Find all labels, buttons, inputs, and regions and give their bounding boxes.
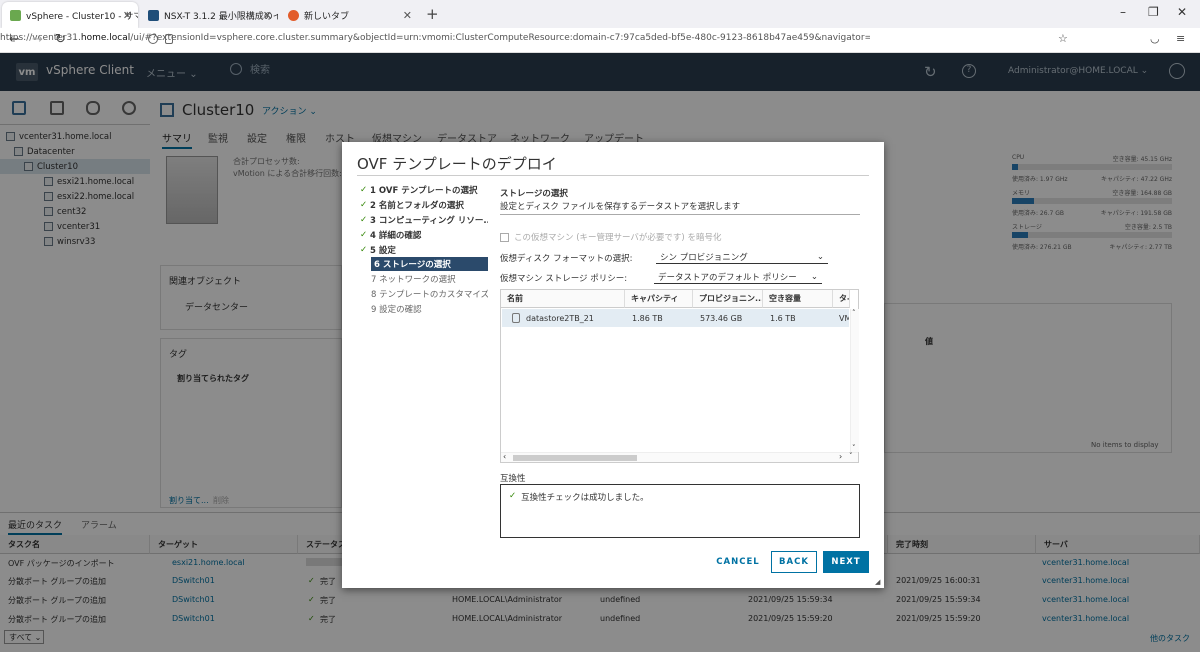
wizard-step-1[interactable]: ✓ 1 OVF テンプレートの選択	[360, 183, 488, 197]
cell-provisioned: 573.46 GB	[700, 313, 743, 323]
shield-icon[interactable]	[148, 34, 158, 44]
url-field[interactable]: https://vcenter31. home.local/ui/#?extens…	[0, 28, 870, 48]
vertical-scrollbar[interactable]: ˄ ˅	[850, 309, 859, 452]
cell-name: datastore2TB_21	[526, 313, 594, 323]
step-label: 3 コンピューティング リソー...	[370, 216, 488, 226]
restore-icon[interactable]: ❐	[1148, 5, 1159, 19]
step-label: 7 ネットワークの選択	[371, 275, 456, 285]
close-icon[interactable]: ✕	[263, 9, 272, 22]
cancel-button[interactable]: CANCEL	[710, 551, 766, 573]
table-row[interactable]: datastore2TB_21 1.86 TB 573.46 GB 1.6 TB…	[502, 309, 849, 327]
browser-tab-bar: vSphere - Cluster10 - サマリ ✕ NSX-T 3.1.2 …	[0, 0, 1200, 28]
lock-icon[interactable]	[165, 34, 173, 44]
tab-label: vSphere - Cluster10 - サマリ	[26, 11, 138, 22]
pocket-icon[interactable]: ◡	[1150, 32, 1160, 45]
check-icon: ✓	[360, 230, 368, 240]
compatibility-label: 互換性	[500, 474, 526, 484]
page-favicon-icon	[148, 9, 159, 21]
tab-label: 新しいタブ	[304, 11, 350, 22]
app-menu-icon[interactable]: ≡	[1176, 32, 1185, 45]
tab-label: NSX-T 3.1.2 最小限構成のインストー	[164, 11, 278, 22]
section-title: ストレージの選択	[500, 189, 568, 199]
wizard-step-9: 9 設定の確認	[360, 302, 488, 316]
title-divider	[357, 175, 869, 176]
section-divider	[500, 214, 860, 215]
close-icon[interactable]: ✕	[403, 9, 412, 22]
dialog-title: OVF テンプレートのデプロイ	[357, 155, 557, 173]
col-type[interactable]: タ-	[833, 290, 850, 308]
section-subtitle: 設定とディスク ファイルを保存するデータストアを選択します	[500, 202, 741, 212]
cell-type: VM	[839, 313, 849, 323]
scroll-up-icon[interactable]: ˄	[852, 309, 856, 317]
url-path: /ui/#?extensionId=vsphere.core.cluster.s…	[130, 33, 870, 43]
new-tab-icon[interactable]: +	[426, 5, 439, 23]
compatibility-box: ✓ 互換性チェックは成功しました。	[500, 484, 860, 538]
step-label: 6 ストレージの選択	[374, 260, 451, 270]
firefox-icon	[288, 9, 299, 21]
compatibility-message: 互換性チェックは成功しました。	[521, 493, 649, 503]
window-close-icon[interactable]: ✕	[1177, 5, 1187, 19]
step-label: 2 名前とフォルダの選択	[370, 201, 464, 211]
encrypt-label: この仮想マシン (キー管理サーバが必要です) を暗号化	[514, 233, 722, 243]
col-free[interactable]: 空き容量	[763, 290, 833, 308]
chevron-down-icon: ⌄	[816, 251, 824, 262]
wizard-step-5[interactable]: ✓ 5 設定	[360, 243, 488, 257]
vsphere-favicon-icon	[10, 9, 21, 21]
chevron-down-icon: ⌄	[810, 271, 818, 282]
check-icon: ✓	[360, 245, 368, 255]
step-label: 9 設定の確認	[371, 305, 422, 315]
scroll-right-icon[interactable]: ›	[839, 452, 842, 461]
datastore-icon	[512, 313, 520, 323]
url-host: home.local	[80, 33, 131, 43]
step-label: 5 設定	[370, 246, 396, 256]
back-arrow-icon[interactable]: ←	[9, 32, 20, 47]
wizard-step-7: 7 ネットワークの選択	[360, 272, 488, 286]
datastore-grid: 名前 キャパシティ プロビジョニン... 空き容量 タ- datastore2T…	[500, 289, 859, 463]
checkbox-box	[500, 232, 509, 242]
disk-format-value: シン プロビジョニング	[660, 252, 748, 263]
step-label: 4 詳細の確認	[370, 231, 422, 241]
scroll-left-icon[interactable]: ‹	[503, 452, 506, 461]
col-provisioned[interactable]: プロビジョニン...	[693, 290, 763, 308]
browser-tab-vsphere[interactable]: vSphere - Cluster10 - サマリ ✕	[2, 2, 138, 28]
disk-format-select[interactable]: シン プロビジョニング ⌄	[656, 250, 828, 264]
minimize-icon[interactable]: –	[1120, 5, 1126, 19]
storage-policy-label: 仮想マシン ストレージ ポリシー:	[500, 274, 628, 284]
step-label: 1 OVF テンプレートの選択	[370, 186, 478, 196]
scroll-down-icon[interactable]: ˅	[852, 444, 856, 452]
col-capacity[interactable]: キャパシティ	[625, 290, 693, 308]
check-icon: ✓	[360, 200, 368, 210]
wizard-step-2[interactable]: ✓ 2 名前とフォルダの選択	[360, 198, 488, 212]
check-icon: ✓	[360, 185, 368, 195]
ovf-deploy-dialog: OVF テンプレートのデプロイ ✓ 1 OVF テンプレートの選択 ✓ 2 名前とフ…	[342, 142, 884, 588]
back-button[interactable]: BACK	[771, 551, 817, 573]
reload-icon[interactable]: ↻	[55, 32, 66, 47]
disk-format-label: 仮想ディスク フォーマットの選択:	[500, 254, 633, 264]
browser-tab-new[interactable]: 新しいタブ ✕	[280, 2, 418, 28]
browser-nav-bar: ← → ↻ https://vcenter31. home.local/ui/#?…	[0, 28, 1200, 53]
cell-capacity: 1.86 TB	[632, 313, 663, 323]
storage-policy-value: データストアのデフォルト ポリシー	[658, 272, 797, 283]
wizard-step-6[interactable]: 6 ストレージの選択	[371, 257, 488, 271]
browser-tab-nsx[interactable]: NSX-T 3.1.2 最小限構成のインストー ✕	[140, 2, 278, 28]
scroll-thumb[interactable]	[513, 455, 637, 461]
check-icon: ✓	[509, 491, 517, 501]
close-icon[interactable]: ✕	[123, 9, 132, 22]
col-name[interactable]: 名前	[501, 290, 625, 308]
scroll-down-icon[interactable]: ˅	[849, 452, 853, 460]
wizard-step-3[interactable]: ✓ 3 コンピューティング リソー...	[360, 213, 488, 227]
wizard-step-4[interactable]: ✓ 4 詳細の確認	[360, 228, 488, 242]
encrypt-vm-checkbox[interactable]: この仮想マシン (キー管理サーバが必要です) を暗号化	[500, 231, 721, 243]
wizard-step-8: 8 テンプレートのカスタマイズ	[360, 287, 488, 301]
step-label: 8 テンプレートのカスタマイズ	[371, 290, 488, 300]
cell-free: 1.6 TB	[770, 313, 796, 323]
check-icon: ✓	[360, 215, 368, 225]
next-button[interactable]: NEXT	[823, 551, 869, 573]
horizontal-scrollbar[interactable]: ‹ › ˅	[501, 452, 858, 462]
forward-arrow-icon[interactable]: →	[32, 32, 43, 47]
storage-policy-select[interactable]: データストアのデフォルト ポリシー ⌄	[654, 270, 822, 284]
bookmark-star-icon[interactable]: ☆	[1058, 32, 1068, 45]
resize-handle-icon[interactable]: ◢	[875, 578, 880, 586]
